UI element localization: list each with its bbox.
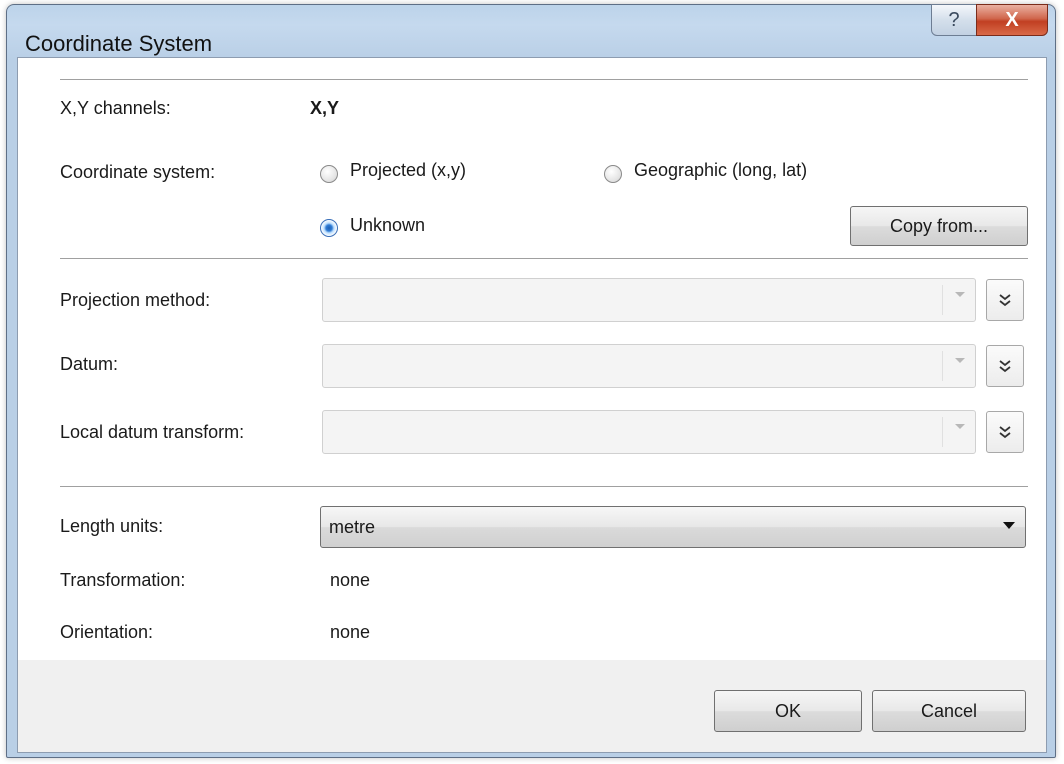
projection-method-label: Projection method:	[60, 290, 211, 310]
help-button[interactable]: ?	[931, 4, 977, 36]
divider-bottom	[60, 486, 1028, 488]
local-datum-transform-label: Local datum transform:	[60, 422, 245, 442]
length-units-select[interactable]: metre	[320, 506, 1026, 548]
length-units-value: metre	[329, 517, 376, 537]
help-icon: ?	[948, 8, 960, 31]
coordinate-system-dialog: Coordinate System ? X X,Y channels: X,Y …	[6, 4, 1056, 758]
ok-button[interactable]: OK	[714, 690, 862, 732]
datum-label: Datum:	[60, 354, 119, 374]
double-chevron-down-icon	[999, 360, 1011, 373]
transformation-label: Transformation:	[60, 570, 186, 590]
radio-unknown[interactable]	[320, 219, 338, 237]
double-chevron-down-icon	[999, 426, 1011, 439]
cancel-button-label: Cancel	[920, 700, 978, 721]
datum-expand-button[interactable]	[986, 345, 1024, 387]
coordinate-system-label: Coordinate system:	[60, 162, 216, 182]
radio-geographic-label[interactable]: Geographic (long, lat)	[634, 160, 807, 181]
window-title: Coordinate System	[25, 31, 213, 56]
combo-separator	[942, 285, 943, 315]
local-datum-transform-combo[interactable]	[322, 410, 976, 454]
dropdown-arrow-icon	[955, 424, 965, 429]
combo-separator	[942, 417, 943, 447]
dropdown-arrow-icon	[1003, 522, 1015, 529]
ok-button-label: OK	[774, 700, 801, 721]
xy-channels-value: X,Y	[310, 98, 340, 118]
copy-from-button[interactable]: Copy from...	[850, 206, 1028, 246]
dropdown-arrow-icon	[955, 292, 965, 297]
combo-separator	[942, 351, 943, 381]
transformation-value: none	[330, 570, 371, 590]
datum-combo[interactable]	[322, 344, 976, 388]
dialog-footer: OK Cancel	[18, 660, 1046, 752]
divider-top	[60, 79, 1028, 81]
length-units-label: Length units:	[60, 516, 164, 536]
close-icon: X	[1005, 8, 1019, 31]
xy-channels-label: X,Y channels:	[60, 98, 171, 118]
radio-projected[interactable]	[320, 165, 338, 183]
dialog-body: X,Y channels: X,Y Coordinate system: Pro…	[17, 57, 1047, 753]
projection-method-expand-button[interactable]	[986, 279, 1024, 321]
copy-from-button-label: Copy from...	[889, 215, 989, 236]
dropdown-arrow-icon	[955, 358, 965, 363]
radio-geographic[interactable]	[604, 165, 622, 183]
close-button[interactable]: X	[976, 4, 1048, 36]
radio-unknown-label[interactable]: Unknown	[350, 215, 425, 236]
local-datum-transform-expand-button[interactable]	[986, 411, 1024, 453]
orientation-value: none	[330, 622, 371, 642]
orientation-label: Orientation:	[60, 622, 154, 642]
projection-method-combo[interactable]	[322, 278, 976, 322]
double-chevron-down-icon	[999, 294, 1011, 307]
radio-projected-label[interactable]: Projected (x,y)	[350, 160, 466, 181]
divider-middle	[60, 258, 1028, 260]
cancel-button[interactable]: Cancel	[872, 690, 1026, 732]
